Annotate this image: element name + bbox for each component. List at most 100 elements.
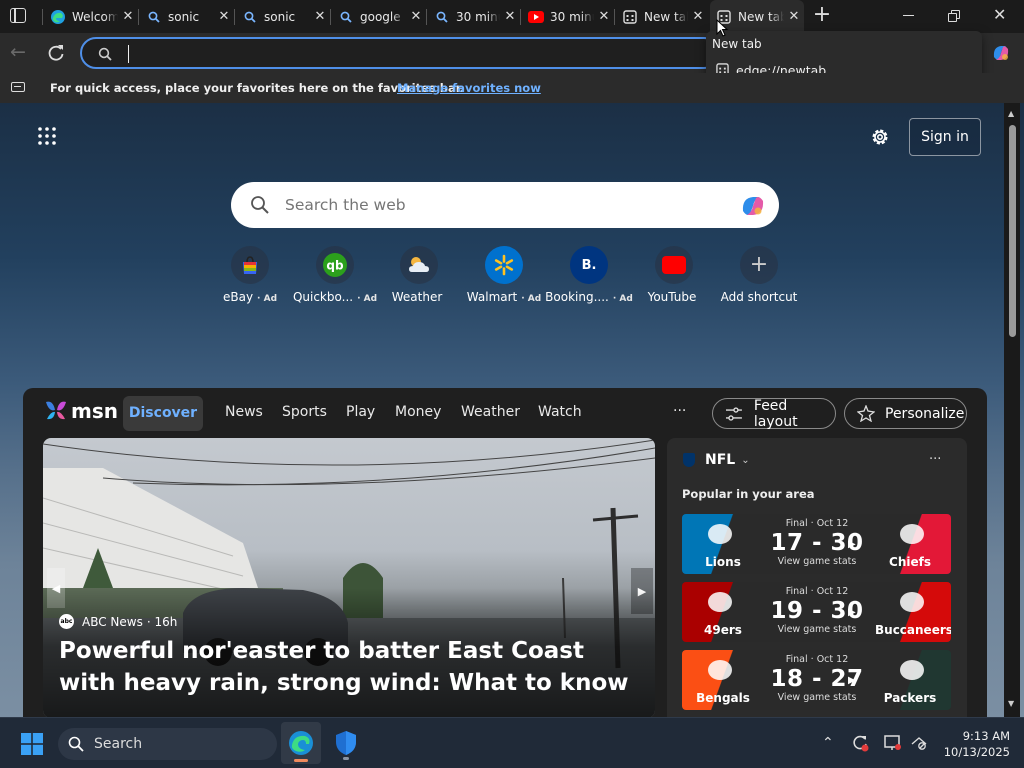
close-tab-icon[interactable]: ✕ <box>310 9 330 24</box>
nav-tab-watch[interactable]: Watch <box>538 404 582 420</box>
nav-tab-discover[interactable]: Discover <box>123 396 203 431</box>
quick-link-label: Booking.... <box>545 290 609 304</box>
clock-date: 10/13/2025 <box>943 745 1010 759</box>
copilot-icon[interactable] <box>738 192 768 220</box>
close-tab-icon[interactable]: ✕ <box>406 9 426 24</box>
quick-link-youtube[interactable]: YouTube <box>629 246 719 304</box>
minimize-button[interactable] <box>903 15 914 17</box>
tab-actions-icon[interactable] <box>10 8 26 23</box>
quick-link-weather[interactable]: Weather <box>374 246 464 304</box>
taskbar-search-box[interactable]: Search <box>58 728 277 760</box>
away-team-logo-icon <box>900 592 924 612</box>
away-team-name: Chiefs <box>889 555 931 569</box>
close-tab-icon[interactable]: ✕ <box>594 9 614 24</box>
nav-tab-play[interactable]: Play <box>346 404 375 420</box>
msn-logo[interactable]: msn <box>43 398 118 424</box>
network-icon[interactable] <box>911 736 927 754</box>
weather-icon <box>400 246 438 284</box>
view-game-stats-link[interactable]: View game stats <box>752 556 882 567</box>
nfl-shield-icon <box>683 453 695 467</box>
add-shortcut-button[interactable]: + Add shortcut <box>714 246 804 304</box>
quick-link-booking[interactable]: B. Booking.... · Ad <box>544 246 634 304</box>
taskbar-edge-button[interactable] <box>281 722 321 764</box>
tab-title: New tab <box>738 9 784 24</box>
back-button[interactable]: ← <box>10 41 26 63</box>
quick-link-quickbooks[interactable]: qb Quickbo... · Ad <box>290 246 380 304</box>
tab-title: google <box>360 9 401 24</box>
nav-tab-news[interactable]: News <box>225 404 263 420</box>
new-tab-button[interactable]: + <box>810 4 834 28</box>
tab-search-1[interactable]: sonic ✕ <box>140 2 234 31</box>
nav-tab-sports[interactable]: Sports <box>282 404 327 420</box>
apps-grid-icon[interactable] <box>38 127 56 145</box>
quick-link-walmart[interactable]: Walmart · Ad <box>459 246 549 304</box>
game-score: 19 - 30 <box>770 598 864 624</box>
update-icon[interactable] <box>851 734 869 756</box>
view-game-stats-link[interactable]: View game stats <box>752 624 882 635</box>
tab-welcome[interactable]: Welcome to Microsoft Edge ✕ <box>44 2 138 31</box>
feed-layout-label: Feed layout <box>753 397 798 430</box>
nfl-game-row[interactable]: Final · Oct 12 17 - 30 View game stats ▶ Lio… <box>682 514 951 574</box>
tab-youtube[interactable]: 30 minute ✕ <box>522 2 614 31</box>
settings-gear-icon[interactable] <box>870 127 890 147</box>
view-game-stats-link[interactable]: View game stats <box>752 692 882 703</box>
nfl-game-row[interactable]: Final · Oct 12 19 - 30 View game stats ▶ 49e… <box>682 582 951 642</box>
abc-news-logo-icon: abc <box>59 614 74 629</box>
scroll-down-icon[interactable]: ▼ <box>1008 699 1014 708</box>
restore-button[interactable] <box>948 10 961 23</box>
nfl-title[interactable]: NFL <box>705 452 735 468</box>
refresh-icon <box>48 45 64 61</box>
hero-headline[interactable]: Powerful nor'easter to batter East Coast… <box>59 635 639 699</box>
close-window-button[interactable]: ✕ <box>993 5 1006 24</box>
nfl-game-row[interactable]: Final · Oct 12 18 - 27 View game stats ▶ Ben… <box>682 650 951 710</box>
walmart-icon <box>485 246 523 284</box>
refresh-button[interactable] <box>46 43 66 63</box>
clock-time: 9:13 AM <box>962 729 1010 743</box>
manage-favorites-link[interactable]: Manage favorites now <box>397 81 541 95</box>
windows-start-icon[interactable] <box>21 733 43 755</box>
personalize-button[interactable]: Personalize <box>844 398 967 429</box>
favorites-bar: For quick access, place your favorites h… <box>0 73 1024 103</box>
feed-layout-button[interactable]: Feed layout <box>712 397 836 430</box>
nav-tab-weather[interactable]: Weather <box>461 404 520 420</box>
address-bar[interactable] <box>80 37 720 69</box>
close-tab-icon[interactable]: ✕ <box>118 9 138 24</box>
address-input[interactable] <box>128 45 628 63</box>
away-team-name: Buccaneers <box>875 623 951 637</box>
quick-link-label: eBay <box>222 290 254 304</box>
clock[interactable]: 9:13 AM 10/13/2025 <box>938 728 1010 760</box>
search-icon <box>251 196 269 214</box>
tab-search-3[interactable]: google ✕ <box>332 2 426 31</box>
display-icon[interactable] <box>884 735 902 755</box>
navigation-toolbar: ← New tab edge://newtab <box>0 19 1024 89</box>
sign-in-button[interactable]: Sign in <box>909 118 981 156</box>
card-more-options-button[interactable]: ··· <box>929 452 941 467</box>
close-tab-icon[interactable]: ✕ <box>784 9 804 24</box>
quick-link-ebay[interactable]: eBay · Ad <box>205 246 295 304</box>
copilot-icon[interactable] <box>990 42 1012 64</box>
tab-strip: Welcome to Microsoft Edge ✕ sonic ✕ soni… <box>0 0 1024 33</box>
close-tab-icon[interactable]: ✕ <box>500 9 520 24</box>
hero-news-card[interactable]: ◀ ▶ abc ABC News · 16h Powerful nor'east… <box>43 438 655 717</box>
tab-search-2[interactable]: sonic ✕ <box>236 2 330 31</box>
svg-text:qb: qb <box>326 259 344 273</box>
page-scrollbar[interactable]: ▲ ▼ <box>1004 103 1020 717</box>
tab-newtab-1[interactable]: New tab ✕ <box>616 2 708 31</box>
taskbar-defender-button[interactable] <box>326 722 366 764</box>
more-options-button[interactable]: ··· <box>673 403 686 419</box>
mouse-cursor-icon <box>716 19 729 37</box>
show-hidden-icons-button[interactable]: ⌃ <box>822 735 834 751</box>
nav-tab-money[interactable]: Money <box>395 404 441 420</box>
close-tab-icon[interactable]: ✕ <box>214 9 234 24</box>
web-search-input[interactable] <box>285 194 705 216</box>
web-search-box[interactable] <box>231 182 779 228</box>
close-tab-icon[interactable]: ✕ <box>688 9 708 24</box>
tab-search-4[interactable]: 30 minute ✕ <box>428 2 520 31</box>
chevron-down-icon[interactable]: ⌄ <box>741 455 749 466</box>
score-chevron-icon: ▶ <box>848 539 856 550</box>
hero-age: · 16h <box>146 614 178 629</box>
scrollbar-thumb[interactable] <box>1009 125 1016 337</box>
scroll-up-icon[interactable]: ▲ <box>1008 109 1014 118</box>
edge-icon <box>289 731 313 755</box>
hero-source: ABC News <box>82 614 143 629</box>
